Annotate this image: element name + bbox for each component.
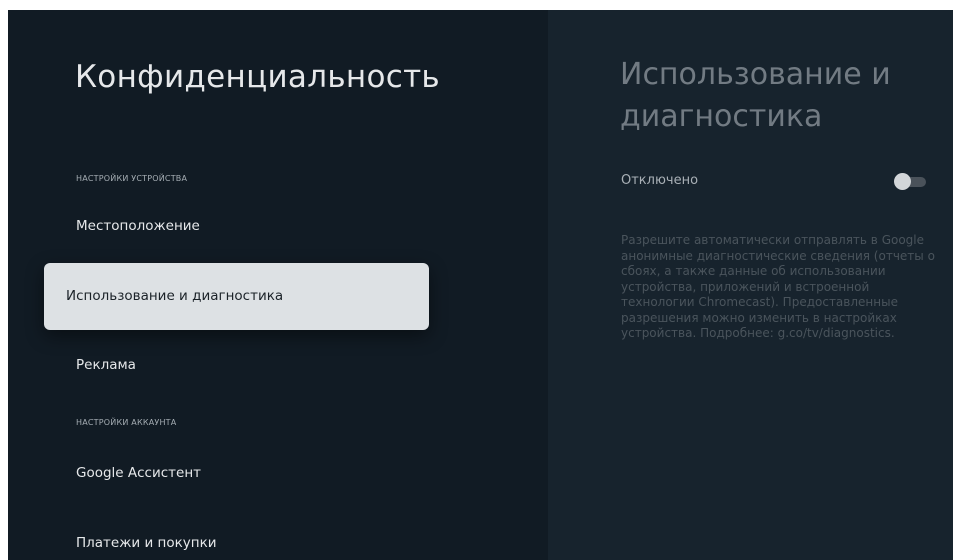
tv-screen: Конфиденциальность НАСТРОЙКИ УСТРОЙСТВА …: [8, 10, 953, 560]
detail-panel: Использование и диагностика Отключено Ра…: [548, 10, 953, 560]
diagnostics-toggle[interactable]: [894, 173, 928, 190]
toggle-label: Отключено: [621, 173, 699, 188]
menu-item-location[interactable]: Местоположение: [76, 218, 200, 234]
settings-menu-panel: Конфиденциальность НАСТРОЙКИ УСТРОЙСТВА …: [8, 10, 478, 560]
page-title: Конфиденциальность: [75, 59, 441, 95]
section-header-account-settings: НАСТРОЙКИ АККАУНТА: [76, 418, 177, 427]
description-text: Разрешите автоматически отправлять в Goo…: [621, 233, 935, 340]
detail-title: Использование и диагностика: [620, 57, 891, 134]
menu-item-payments[interactable]: Платежи и покупки: [76, 535, 217, 551]
menu-item-usage-diagnostics-label: Использование и диагностика: [66, 288, 284, 304]
menu-item-ads[interactable]: Реклама: [76, 357, 136, 373]
toggle-thumb: [894, 173, 911, 190]
section-header-device-settings: НАСТРОЙКИ УСТРОЙСТВА: [76, 174, 188, 183]
menu-item-google-assistant[interactable]: Google Ассистент: [76, 465, 201, 481]
menu-item-usage-diagnostics[interactable]: Использование и диагностика: [44, 263, 429, 330]
